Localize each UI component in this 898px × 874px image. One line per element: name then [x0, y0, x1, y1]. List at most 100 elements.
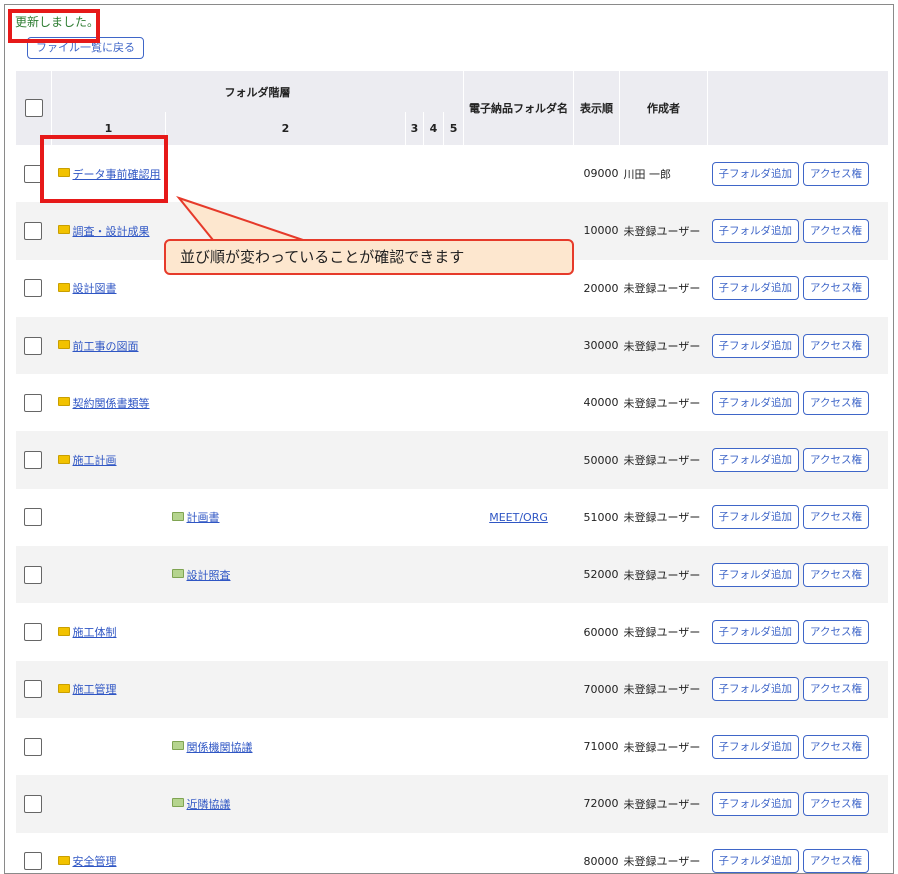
add-child-folder-button[interactable]: 子フォルダ追加	[711, 505, 800, 530]
row-checkbox[interactable]	[23, 336, 42, 355]
level-2-cell: 関係機関協議	[165, 717, 406, 776]
folder-link[interactable]: 前工事の図面	[73, 340, 139, 353]
row-checkbox[interactable]	[23, 565, 42, 584]
select-all-header	[15, 71, 52, 145]
folder-link[interactable]: 設計図書	[73, 282, 117, 295]
row-select-cell	[15, 660, 52, 718]
first-row-highlight-box	[40, 135, 168, 203]
level-2-header: 2	[165, 112, 406, 145]
level-5-cell	[443, 775, 464, 833]
add-child-folder-button[interactable]: 子フォルダ追加	[711, 390, 800, 415]
level-1-cell	[51, 717, 166, 776]
access-rights-button[interactable]: アクセス権	[803, 276, 870, 301]
add-child-folder-button[interactable]: 子フォルダ追加	[711, 448, 800, 473]
folder-link[interactable]: 契約関係書類等	[73, 397, 150, 410]
level-5-cell	[443, 832, 464, 873]
add-child-folder-button[interactable]: 子フォルダ追加	[711, 562, 800, 587]
access-rights-button[interactable]: アクセス権	[803, 505, 870, 530]
actions-header	[707, 71, 888, 145]
row-checkbox[interactable]	[23, 508, 42, 527]
level-3-cell	[405, 832, 424, 873]
author-cell: 未登録ユーザー	[619, 259, 708, 317]
level-1-cell: 調査・設計成果	[51, 202, 166, 260]
row-checkbox[interactable]	[23, 852, 42, 871]
row-checkbox[interactable]	[23, 737, 42, 756]
access-rights-button[interactable]: アクセス権	[803, 677, 870, 702]
add-child-folder-button[interactable]: 子フォルダ追加	[711, 734, 800, 759]
access-rights-button[interactable]: アクセス権	[803, 791, 870, 816]
row-select-cell	[15, 546, 52, 604]
add-child-folder-button[interactable]: 子フォルダ追加	[711, 677, 800, 702]
access-rights-button[interactable]: アクセス権	[803, 390, 870, 415]
add-child-folder-button[interactable]: 子フォルダ追加	[711, 791, 800, 816]
table-row: 施工管理 70000 未登録ユーザー 子フォルダ追加 アクセス権	[15, 660, 888, 718]
folder-icon	[57, 626, 70, 636]
row-checkbox[interactable]	[23, 164, 42, 183]
access-rights-button[interactable]: アクセス権	[803, 849, 870, 873]
row-select-cell	[15, 775, 52, 833]
folder-icon	[57, 225, 70, 235]
folder-link[interactable]: 計画書	[187, 511, 220, 524]
row-checkbox[interactable]	[23, 451, 42, 470]
order-cell: 80000	[573, 832, 620, 873]
order-cell: 20000	[573, 259, 620, 317]
actions-cell: 子フォルダ追加 アクセス権	[707, 832, 888, 873]
level-3-cell	[405, 546, 424, 604]
access-rights-button[interactable]: アクセス権	[803, 333, 870, 358]
level-1-cell	[51, 775, 166, 833]
row-checkbox[interactable]	[23, 279, 42, 298]
add-child-folder-button[interactable]: 子フォルダ追加	[711, 333, 800, 358]
access-rights-button[interactable]: アクセス権	[803, 734, 870, 759]
level-5-cell	[443, 431, 464, 489]
actions-cell: 子フォルダ追加 アクセス権	[707, 316, 888, 375]
select-all-checkbox[interactable]	[24, 99, 43, 117]
folder-link[interactable]: 調査・設計成果	[73, 225, 150, 238]
level-4-cell	[423, 717, 444, 776]
row-select-cell	[15, 374, 52, 432]
row-select-cell	[15, 832, 52, 873]
electronic-folder-link[interactable]: MEET/ORG	[489, 511, 548, 524]
access-rights-button[interactable]: アクセス権	[803, 161, 870, 186]
folder-link[interactable]: 施工管理	[73, 683, 117, 696]
access-rights-button[interactable]: アクセス権	[803, 562, 870, 587]
folder-link[interactable]: 施工計画	[73, 454, 117, 467]
level-5-cell	[443, 374, 464, 432]
message-highlight-box	[8, 9, 100, 43]
row-checkbox[interactable]	[23, 623, 42, 642]
electronic-folder-cell	[463, 603, 574, 661]
author-cell: 未登録ユーザー	[619, 717, 708, 776]
folder-link[interactable]: 近隣協議	[187, 798, 231, 811]
level-3-cell	[405, 717, 424, 776]
folder-link[interactable]: 関係機関協議	[187, 741, 253, 754]
row-checkbox[interactable]	[23, 393, 42, 412]
level-2-cell: 計画書	[165, 488, 406, 547]
access-rights-button[interactable]: アクセス権	[803, 218, 870, 243]
access-rights-button[interactable]: アクセス権	[803, 620, 870, 645]
add-child-folder-button[interactable]: 子フォルダ追加	[711, 276, 800, 301]
folder-link[interactable]: 施工体制	[73, 626, 117, 639]
callout-note: 並び順が変わっていることが確認できます	[164, 239, 574, 275]
row-checkbox[interactable]	[23, 680, 42, 699]
folder-link[interactable]: 安全管理	[73, 855, 117, 868]
order-cell: 50000	[573, 431, 620, 489]
add-child-folder-button[interactable]: 子フォルダ追加	[711, 620, 800, 645]
electronic-folder-cell	[463, 660, 574, 718]
level-1-cell: 施工体制	[51, 603, 166, 661]
actions-cell: 子フォルダ追加 アクセス権	[707, 546, 888, 604]
add-child-folder-button[interactable]: 子フォルダ追加	[711, 849, 800, 873]
row-select-cell	[15, 316, 52, 375]
level-4-cell	[423, 546, 444, 604]
author-header: 作成者	[619, 71, 708, 145]
access-rights-button[interactable]: アクセス権	[803, 448, 870, 473]
row-checkbox[interactable]	[23, 221, 42, 240]
level-5-cell	[443, 660, 464, 718]
folder-link[interactable]: 設計照査	[187, 569, 231, 582]
order-cell: 60000	[573, 603, 620, 661]
author-cell: 未登録ユーザー	[619, 660, 708, 718]
actions-cell: 子フォルダ追加 アクセス権	[707, 660, 888, 718]
author-cell: 未登録ユーザー	[619, 488, 708, 547]
add-child-folder-button[interactable]: 子フォルダ追加	[711, 161, 800, 186]
level-5-cell	[443, 717, 464, 776]
add-child-folder-button[interactable]: 子フォルダ追加	[711, 218, 800, 243]
row-checkbox[interactable]	[23, 794, 42, 813]
